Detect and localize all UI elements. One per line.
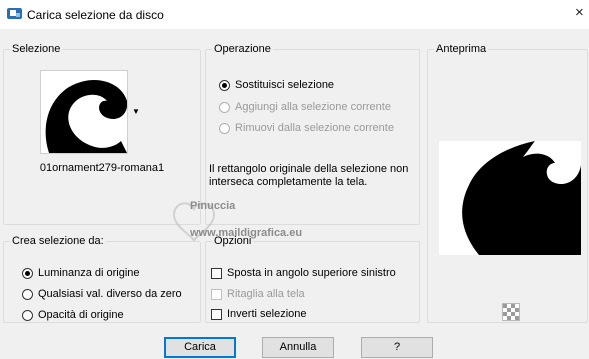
create-from-group: Crea selezione da: Luminanza di origine … [3,235,201,323]
check-invert-selection[interactable]: Inverti selezione [211,306,307,322]
radio-any-nonzero[interactable]: Qualsiasi val. diverso da zero [22,286,182,302]
cancel-button[interactable]: Annulla [262,337,334,358]
close-icon[interactable]: × [575,4,584,21]
radio-replace-selection[interactable]: Sostituisci selezione [219,77,334,93]
selection-legend: Selezione [12,43,61,55]
radio-source-opacity[interactable]: Opacità di origine [22,307,124,323]
check-move-top-left-box[interactable] [211,267,222,279]
check-invert-selection-box[interactable] [211,308,222,320]
app-icon [7,8,22,19]
create-from-legend: Crea selezione da: [12,235,104,247]
radio-remove-selection: Rimuovi dalla selezione corrente [219,120,394,136]
radio-source-luminance[interactable]: Luminanza di origine [22,265,140,281]
ornament-thumbnail-image [41,71,128,153]
preview-image [439,141,581,255]
check-move-top-left[interactable]: Sposta in angolo superiore sinistro [211,265,396,281]
watermark-text-name: Pinuccia [190,200,236,212]
radio-add-selection-indicator [219,101,230,113]
radio-add-selection-label: Aggiungi alla selezione corrente [235,101,391,113]
selection-file-name: 01ornament279-romana1 [39,162,165,174]
title-bar: Carica selezione da disco × [0,0,589,29]
selection-thumbnail[interactable] [40,70,128,154]
preview-group: Anteprima [427,43,588,323]
radio-any-nonzero-label: Qualsiasi val. diverso da zero [38,288,182,300]
radio-any-nonzero-indicator[interactable] [22,288,33,300]
radio-replace-selection-indicator[interactable] [219,79,230,91]
operation-legend: Operazione [214,43,271,55]
checkerboard-icon[interactable] [502,303,520,321]
thumbnail-dropdown-icon[interactable]: ▼ [132,107,140,116]
check-crop-canvas-label: Ritaglia alla tela [227,288,305,300]
radio-add-selection: Aggiungi alla selezione corrente [219,99,391,115]
check-invert-selection-label: Inverti selezione [227,308,307,320]
radio-source-opacity-indicator[interactable] [22,309,33,321]
load-button[interactable]: Carica [164,337,236,358]
options-group: Opzioni Sposta in angolo superiore sinis… [205,235,420,323]
radio-replace-selection-label: Sostituisci selezione [235,79,335,91]
check-move-top-left-label: Sposta in angolo superiore sinistro [227,267,396,279]
radio-remove-selection-label: Rimuovi dalla selezione corrente [235,122,394,134]
radio-source-opacity-label: Opacità di origine [38,309,124,321]
radio-source-luminance-label: Luminanza di origine [38,267,140,279]
preview-legend: Anteprima [436,43,487,55]
help-button[interactable]: ? [361,337,433,358]
radio-remove-selection-indicator [219,122,230,134]
check-crop-canvas: Ritaglia alla tela [211,286,305,302]
check-crop-canvas-box [211,288,222,300]
watermark-text-site: www.maildigrafica.eu [190,227,303,239]
radio-source-luminance-indicator[interactable] [22,267,33,279]
window-title: Carica selezione da disco [27,8,164,22]
